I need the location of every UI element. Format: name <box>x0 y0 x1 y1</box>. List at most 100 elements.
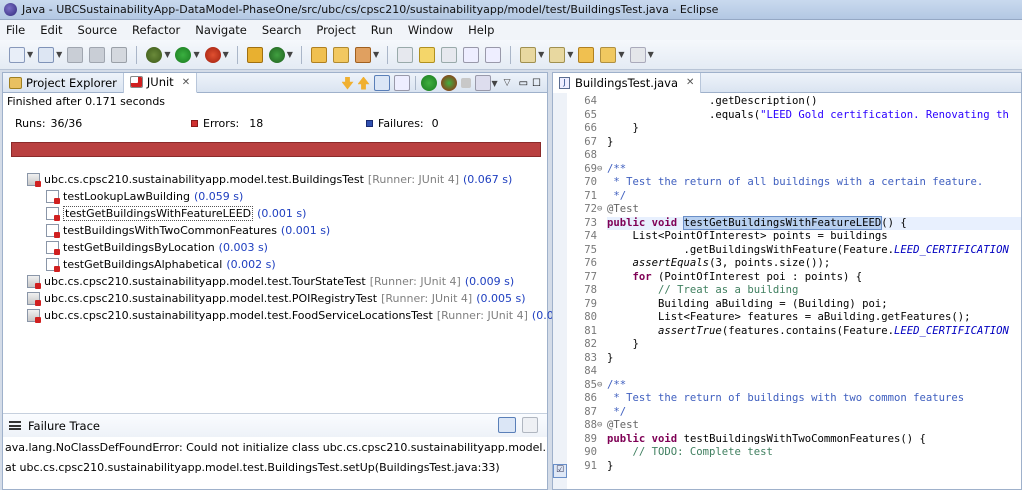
test-case-row[interactable]: testLookupLawBuilding (0.059 s) <box>46 188 243 205</box>
code-line[interactable]: /** <box>607 163 1021 177</box>
code-line[interactable]: List<PointOfInterest> points = buildings <box>607 230 1021 244</box>
debug-dropdown-icon[interactable]: ▼ <box>164 50 170 59</box>
close-icon[interactable]: ✕ <box>182 77 190 88</box>
forward-icon[interactable] <box>629 46 646 63</box>
tab-buildingstest-java[interactable]: J BuildingsTest.java ✕ <box>553 73 702 93</box>
code-line[interactable]: @Test <box>607 419 1021 433</box>
forward-dropdown-icon[interactable]: ▼ <box>648 50 654 59</box>
code-line[interactable] <box>607 149 1021 163</box>
code-area[interactable]: .getDescription() .equals("LEED Gold cer… <box>607 95 1021 474</box>
new-package-icon[interactable] <box>246 46 263 63</box>
run-icon[interactable] <box>175 46 192 63</box>
debug-icon[interactable] <box>146 46 163 63</box>
external-tools-icon[interactable] <box>204 46 221 63</box>
code-line[interactable]: } <box>607 122 1021 136</box>
show-failures-only-icon[interactable] <box>373 75 390 91</box>
next-failure-icon[interactable] <box>341 76 354 90</box>
back-dropdown-icon[interactable]: ▼ <box>618 50 624 59</box>
new-type-dropdown-icon[interactable]: ▼ <box>56 50 62 59</box>
run-dropdown-icon[interactable]: ▼ <box>193 50 199 59</box>
next-annotation-dropdown-icon[interactable]: ▼ <box>538 50 544 59</box>
tab-junit[interactable]: JUnit ✕ <box>123 72 198 93</box>
test-case-row[interactable]: testGetBuildingsAlphabetical (0.002 s) <box>46 256 276 273</box>
code-line[interactable]: * Test the return of all buildings with … <box>607 176 1021 190</box>
menu-window[interactable]: Window <box>408 23 453 37</box>
menu-refactor[interactable]: Refactor <box>132 23 180 37</box>
highlight-icon[interactable] <box>419 46 436 63</box>
fold-toggle-icon[interactable]: ⊖ <box>597 203 607 217</box>
test-case-row[interactable]: testGetBuildingsByLocation (0.003 s) <box>46 239 268 256</box>
pencil-icon[interactable] <box>354 46 371 63</box>
previous-failure-icon[interactable] <box>357 76 370 90</box>
tab-project-explorer[interactable]: Project Explorer <box>3 72 124 93</box>
fold-toggle-icon[interactable]: ⊖ <box>597 379 607 393</box>
new-dropdown-icon[interactable]: ▼ <box>27 50 33 59</box>
fold-toggle-icon[interactable]: ⊖ <box>597 163 607 177</box>
code-line[interactable]: List<Feature> features = aBuilding.getFe… <box>607 311 1021 325</box>
menu-file[interactable]: File <box>6 23 25 37</box>
back-icon[interactable] <box>600 46 617 63</box>
maximize-icon[interactable]: ☐ <box>532 78 541 89</box>
code-line[interactable]: // Treat as a building <box>607 284 1021 298</box>
code-line[interactable]: * Test the return of buildings with two … <box>607 392 1021 406</box>
menu-help[interactable]: Help <box>468 23 494 37</box>
minimize-icon[interactable]: ▭ <box>519 78 528 89</box>
code-line[interactable] <box>607 365 1021 379</box>
code-line[interactable]: .getBuildingsWithFeature(Feature.LEED_CE… <box>607 244 1021 258</box>
test-suite-row[interactable]: ubc.cs.cpsc210.sustainabilityapp.model.t… <box>27 290 526 307</box>
pencil-dropdown-icon[interactable]: ▼ <box>373 50 379 59</box>
code-line[interactable]: */ <box>607 406 1021 420</box>
toggle-mark-occurrences-icon[interactable] <box>397 46 414 63</box>
prev-annotation-icon[interactable] <box>549 46 566 63</box>
test-suite-row[interactable]: ubc.cs.cpsc210.sustainabilityapp.model.t… <box>27 273 514 290</box>
prev-annotation-dropdown-icon[interactable]: ▼ <box>567 50 573 59</box>
menu-run[interactable]: Run <box>371 23 393 37</box>
rerun-test-icon[interactable] <box>420 75 437 91</box>
close-icon[interactable]: ✕ <box>686 77 694 88</box>
menu-source[interactable]: Source <box>78 23 118 37</box>
show-whitespace-icon[interactable] <box>463 46 480 63</box>
test-case-row[interactable]: testBuildingsWithTwoCommonFeatures (0.001… <box>46 222 330 239</box>
new-class-dropdown-icon[interactable]: ▼ <box>287 50 293 59</box>
new-icon[interactable] <box>9 46 25 63</box>
menu-navigate[interactable]: Navigate <box>195 23 247 37</box>
new-type-icon[interactable] <box>38 46 55 63</box>
pilcrow-icon[interactable] <box>485 46 502 63</box>
code-line[interactable]: } <box>607 338 1021 352</box>
code-line[interactable]: } <box>607 460 1021 474</box>
test-case-row[interactable]: testGetBuildingsWithFeatureLEED (0.001 s) <box>46 205 306 222</box>
code-line[interactable]: public void testGetBuildingsWithFeatureL… <box>607 215 1021 230</box>
open-folder-icon[interactable] <box>332 46 349 63</box>
code-line[interactable]: .getDescription() <box>607 95 1021 109</box>
code-line[interactable]: @Test <box>607 203 1021 217</box>
fold-toggle-icon[interactable]: ⊖ <box>597 419 607 433</box>
code-line[interactable]: Building aBuilding = (Building) poi; <box>607 298 1021 312</box>
menu-edit[interactable]: Edit <box>40 23 62 37</box>
next-annotation-icon[interactable] <box>520 46 537 63</box>
save-all-icon[interactable] <box>89 46 106 63</box>
save-icon[interactable] <box>67 46 84 63</box>
code-line[interactable]: for (PointOfInterest poi : points) { <box>607 271 1021 285</box>
block-selection-icon[interactable] <box>441 46 458 63</box>
code-line[interactable]: /** <box>607 379 1021 393</box>
code-line[interactable]: public void testBuildingsWithTwoCommonFe… <box>607 433 1021 447</box>
scroll-lock-icon[interactable] <box>393 75 410 91</box>
open-type-icon[interactable] <box>310 46 327 63</box>
view-menu-icon[interactable]: ▽ <box>504 78 511 88</box>
filter-stack-trace-icon[interactable] <box>498 417 516 433</box>
external-tools-dropdown-icon[interactable]: ▼ <box>223 50 229 59</box>
test-suite-row[interactable]: ubc.cs.cpsc210.sustainabilityapp.model.t… <box>27 307 581 324</box>
code-line[interactable]: assertTrue(features.contains(Feature.LEE… <box>607 325 1021 339</box>
menu-search[interactable]: Search <box>262 23 302 37</box>
test-suite-row[interactable]: ubc.cs.cpsc210.sustainabilityapp.model.t… <box>27 171 512 188</box>
rerun-failed-first-icon[interactable] <box>440 75 457 91</box>
print-icon[interactable] <box>111 46 128 63</box>
trace-line[interactable]: ava.lang.NoClassDefFoundError: Could not… <box>3 437 547 457</box>
last-edit-icon[interactable] <box>578 46 595 63</box>
failure-trace-body[interactable]: ava.lang.NoClassDefFoundError: Could not… <box>3 437 547 477</box>
code-line[interactable]: .equals("LEED Gold certification. Renova… <box>607 109 1021 123</box>
new-class-icon[interactable] <box>268 46 285 63</box>
history-dropdown-icon[interactable]: ▼ <box>492 79 498 88</box>
code-line[interactable]: } <box>607 352 1021 366</box>
menu-project[interactable]: Project <box>316 23 355 37</box>
